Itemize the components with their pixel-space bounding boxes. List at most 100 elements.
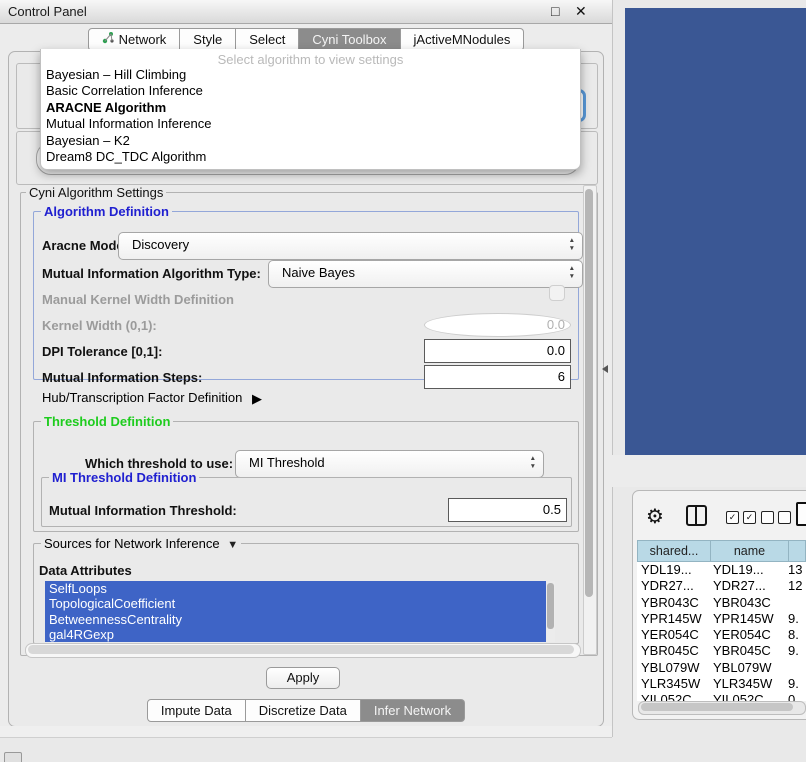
control-panel-titlebar: Control Panel □ ✕: [0, 0, 612, 24]
kernel-width-field[interactable]: 0.0: [424, 313, 571, 337]
algorithm-option-bayesian-k2[interactable]: Bayesian – K2: [41, 133, 580, 149]
algorithm-option-dream8-dc-tdc-algorithm[interactable]: Dream8 DC_TDC Algorithm: [41, 149, 580, 165]
tab-label: Style: [193, 29, 222, 50]
algorithm-option-basic-correlation-inference[interactable]: Basic Correlation Inference: [41, 83, 580, 99]
algorithm-option-mutual-information-inference[interactable]: Mutual Information Inference: [41, 116, 580, 132]
tab-infer-network[interactable]: Infer Network: [361, 699, 465, 722]
table-cell: YIL052C: [711, 692, 785, 701]
divider: [695, 507, 697, 524]
float-window-icon[interactable]: □: [551, 3, 559, 19]
table-cell: YPR145W: [711, 611, 785, 627]
table-row[interactable]: YIL052CYIL052C0.: [637, 692, 806, 701]
apply-button[interactable]: Apply: [266, 667, 340, 689]
page-icon[interactable]: [796, 502, 806, 526]
scrollbar-thumb[interactable]: [641, 703, 793, 711]
table-panel-titlebar: Table Panel: [612, 455, 806, 487]
split-columns-icon[interactable]: [686, 505, 707, 526]
gear-icon[interactable]: ⚙: [646, 504, 664, 529]
table-cell: YDL19...: [711, 562, 785, 578]
data-attributes-list: SelfLoopsTopologicalCoefficientBetweenne…: [45, 581, 555, 642]
column-header-shared[interactable]: shared...: [637, 540, 710, 562]
table-horizontal-scrollbar[interactable]: [638, 701, 806, 715]
mi-threshold-field[interactable]: 0.5: [448, 498, 567, 522]
column-header-clipped[interactable]: [788, 540, 806, 562]
data-attributes-label: Data Attributes: [39, 563, 132, 578]
tab-impute-data[interactable]: Impute Data: [147, 699, 246, 722]
attribute-item-topologicalcoefficient[interactable]: TopologicalCoefficient: [45, 596, 555, 611]
table-cell: YBL079W: [711, 660, 785, 676]
taskbar-icon[interactable]: [4, 752, 22, 762]
scrollbar-thumb[interactable]: [28, 645, 574, 654]
table-cell: 8.: [785, 627, 806, 643]
algorithm-option-aracne-algorithm[interactable]: ARACNE Algorithm: [41, 100, 580, 116]
table-cell: YBL079W: [637, 660, 711, 676]
tab-label: Impute Data: [161, 700, 232, 721]
table-header-row: shared...name: [637, 540, 806, 562]
table-cell: 0.: [785, 692, 806, 701]
table-cell: [785, 595, 806, 611]
tab-label: Select: [249, 29, 285, 50]
table-row[interactable]: YDL19...YDL19...13: [637, 562, 806, 578]
tab-jactivemnodules[interactable]: jActiveMNodules: [401, 28, 525, 51]
network-view-frame[interactable]: GALGAL80GAL10GAL1GAL11SWI4GAL4GCY1HAP4YH…: [625, 8, 806, 455]
tab-cyni-toolbox[interactable]: Cyni Toolbox: [299, 28, 400, 51]
table-cell: 9.: [785, 643, 806, 659]
table-row[interactable]: YLR345WYLR345W9.: [637, 676, 806, 692]
table-row[interactable]: YER054CYER054C8.: [637, 627, 806, 643]
table-cell: YBR043C: [711, 595, 785, 611]
scrollbar-thumb[interactable]: [547, 583, 554, 629]
table-cell: YLR345W: [711, 676, 785, 692]
hub-definition-expander[interactable]: Hub/Transcription Factor Definition ▶: [42, 390, 262, 406]
tab-discretize-data[interactable]: Discretize Data: [246, 699, 361, 722]
table-cell: [785, 660, 806, 676]
combo-stepper-icon: ▲▼: [569, 237, 575, 253]
aracne-mode-combo[interactable]: Discovery ▲▼: [118, 232, 583, 260]
which-threshold-combo[interactable]: MI Threshold ▲▼: [235, 450, 544, 478]
which-threshold-value: MI Threshold: [249, 455, 325, 470]
manual-kernel-checkbox[interactable]: [549, 285, 565, 301]
checked-pair-icon[interactable]: ✓ ✓: [726, 511, 756, 524]
scrollbar-thumb[interactable]: [585, 189, 593, 597]
checked-box-icon: ✓: [726, 511, 739, 524]
table-row[interactable]: YBR045CYBR045C9.: [637, 643, 806, 659]
expand-right-icon[interactable]: ▶: [252, 391, 262, 406]
control-panel-tabbar: Network Style Select Cyni Toolbox jActiveMNo…: [0, 28, 612, 51]
algorithm-option-bayesian-hill-climbing[interactable]: Bayesian – Hill Climbing: [41, 67, 580, 83]
attribute-item-gal4rgexp[interactable]: gal4RGexp: [45, 627, 555, 642]
mi-type-combo[interactable]: Naive Bayes ▲▼: [268, 260, 583, 288]
threshold-definition-title: Threshold Definition: [41, 414, 173, 429]
network-icon: [102, 29, 115, 50]
attributes-scrollbar[interactable]: [546, 581, 555, 642]
table-row[interactable]: YBL079WYBL079W: [637, 660, 806, 676]
mi-threshold-group-title: MI Threshold Definition: [49, 470, 199, 485]
collapse-down-icon[interactable]: ▼: [227, 539, 238, 551]
dpi-tolerance-field[interactable]: 0.0: [424, 339, 571, 363]
unchecked-pair-icon[interactable]: [761, 511, 791, 524]
mi-type-label: Mutual Information Algorithm Type:: [42, 266, 261, 281]
combo-stepper-icon: ▲▼: [530, 455, 536, 471]
algorithm-dropdown-placeholder: Select algorithm to view settings: [41, 49, 580, 67]
table-row[interactable]: YPR145WYPR145W9.: [637, 611, 806, 627]
table-cell: YPR145W: [637, 611, 711, 627]
tab-label: Cyni Toolbox: [312, 29, 386, 50]
close-icon[interactable]: ✕: [575, 3, 587, 20]
attribute-item-selfloops[interactable]: SelfLoops: [45, 581, 555, 596]
table-cell: YDL19...: [637, 562, 711, 578]
unchecked-box-icon: [761, 511, 774, 524]
table-row[interactable]: YDR27...YDR27...12: [637, 578, 806, 594]
splitter-cursor-icon: [602, 365, 608, 373]
tab-style[interactable]: Style: [180, 28, 236, 51]
mi-steps-field[interactable]: 6: [424, 365, 571, 389]
column-header-name[interactable]: name: [710, 540, 788, 562]
tab-select[interactable]: Select: [236, 28, 299, 51]
mi-threshold-label: Mutual Information Threshold:: [49, 503, 237, 518]
table-row[interactable]: YBR043CYBR043C: [637, 595, 806, 611]
settings-vertical-scrollbar[interactable]: [583, 185, 597, 655]
bottom-tabbar: Impute Data Discretize DataInfer Network: [0, 699, 612, 722]
table-cell: YER054C: [711, 627, 785, 643]
settings-horizontal-scrollbar[interactable]: [25, 643, 581, 658]
algorithm-dropdown-list: Select algorithm to view settings Bayesi…: [40, 49, 581, 170]
dpi-tolerance-label: DPI Tolerance [0,1]:: [42, 344, 162, 359]
tab-network[interactable]: Network: [88, 28, 181, 51]
attribute-item-betweennesscentrality[interactable]: BetweennessCentrality: [45, 612, 555, 627]
